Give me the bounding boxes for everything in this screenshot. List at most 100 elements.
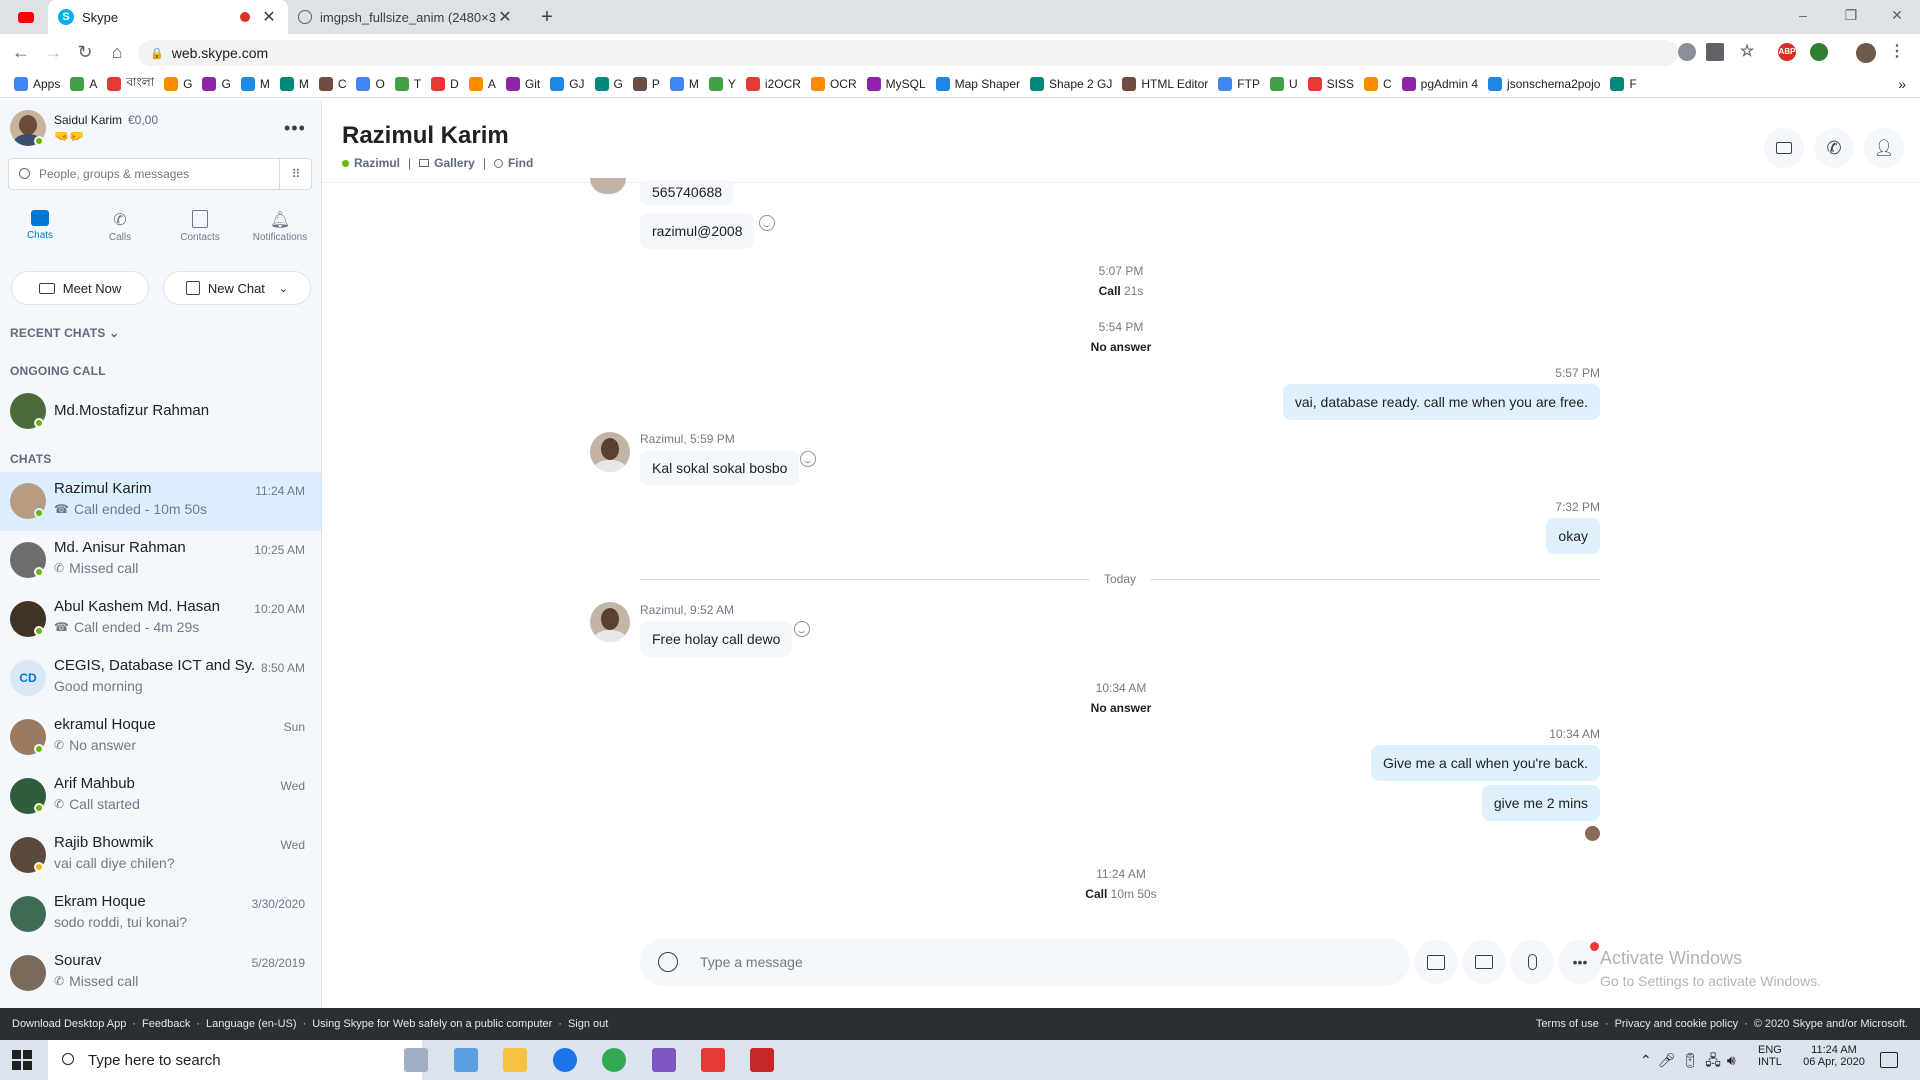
- bookmarks-overflow-icon[interactable]: »: [1898, 76, 1906, 92]
- bookmark-item[interactable]: jsonschema2pojo: [1488, 76, 1600, 91]
- gallery-link[interactable]: Gallery: [434, 156, 475, 170]
- camera-icon[interactable]: [1706, 43, 1724, 61]
- bookmark-item[interactable]: F: [1610, 76, 1637, 91]
- bookmark-item[interactable]: Apps: [14, 76, 60, 91]
- bookmark-item[interactable]: Shape 2 GJ: [1030, 76, 1112, 91]
- chat-list-item[interactable]: CD CEGIS, Database ICT and Sy... Good morn…: [0, 649, 321, 708]
- bookmark-item[interactable]: P: [632, 76, 660, 91]
- message-bubble[interactable]: Free holay call dewo: [640, 621, 793, 657]
- add-reaction-icon[interactable]: [759, 215, 775, 231]
- chat-list-item[interactable]: Sourav ✆ Missed call 5/28/2019: [0, 944, 321, 1003]
- system-tray-icons[interactable]: ⌃🎤︎🔋︎🖧︎🔊︎: [1640, 1050, 1742, 1074]
- bookmark-item[interactable]: T: [394, 76, 421, 91]
- file-explorer-icon[interactable]: [503, 1048, 527, 1072]
- bookmark-item[interactable]: G: [202, 76, 231, 91]
- search-input[interactable]: People, groups & messages: [8, 158, 280, 190]
- close-tab-icon[interactable]: ✕: [496, 7, 514, 27]
- bookmark-item[interactable]: MySQL: [866, 76, 926, 91]
- close-tab-icon[interactable]: ✕: [260, 7, 278, 27]
- bookmark-item[interactable]: G: [594, 76, 623, 91]
- bookmark-item[interactable]: G: [164, 76, 192, 91]
- add-reaction-icon[interactable]: [794, 621, 810, 637]
- dialpad-button[interactable]: ⠿: [280, 158, 312, 190]
- footer-link[interactable]: © 2020 Skype and/or Microsoft.: [1754, 1018, 1908, 1030]
- message-bubble[interactable]: okay: [1546, 518, 1600, 554]
- adblock-icon[interactable]: ABP: [1778, 43, 1796, 61]
- tab-chats[interactable]: Chats: [10, 210, 70, 241]
- taskbar-search-input[interactable]: Type here to search: [48, 1040, 422, 1080]
- meet-now-button[interactable]: Meet Now: [12, 272, 148, 304]
- message-bubble[interactable]: vai, database ready. call me when you ar…: [1282, 384, 1600, 420]
- bookmark-item[interactable]: OCR: [810, 76, 857, 91]
- back-icon[interactable]: ←: [10, 41, 32, 63]
- footer-link[interactable]: Sign out: [568, 1018, 608, 1030]
- bookmark-item[interactable]: O: [356, 76, 385, 91]
- bookmark-item[interactable]: A: [468, 76, 496, 91]
- find-link[interactable]: Find: [508, 156, 533, 170]
- bookmark-item[interactable]: M: [279, 76, 309, 91]
- bookmark-item[interactable]: FTP: [1218, 76, 1260, 91]
- message-input[interactable]: Type a message: [640, 938, 1410, 986]
- recent-chats-dropdown[interactable]: RECENT CHATS ⌄: [10, 326, 119, 340]
- chrome-icon[interactable]: [602, 1048, 626, 1072]
- minimize-icon[interactable]: –: [1780, 0, 1826, 30]
- conversation-title[interactable]: Razimul Karim: [342, 122, 509, 150]
- bookmark-item[interactable]: Y: [708, 76, 736, 91]
- footer-link[interactable]: Feedback: [142, 1018, 190, 1030]
- ongoing-call-item[interactable]: Md.Mostafizur Rahman: [0, 382, 321, 441]
- visual-studio-icon[interactable]: [652, 1048, 676, 1072]
- tab-calls[interactable]: ✆ Calls: [90, 210, 150, 243]
- video-call-button[interactable]: [1764, 128, 1804, 168]
- footer-link[interactable]: Language (en-US): [206, 1018, 297, 1030]
- bookmark-item[interactable]: M: [669, 76, 699, 91]
- action-center-icon[interactable]: [1880, 1052, 1898, 1068]
- message-bubble[interactable]: razimul@2008: [640, 213, 755, 249]
- new-tab-button[interactable]: +: [534, 5, 560, 29]
- location-blocked-icon[interactable]: [1678, 43, 1696, 61]
- new-chat-button[interactable]: New Chat ⌄: [164, 272, 310, 304]
- bookmark-star-icon[interactable]: ☆: [1738, 43, 1756, 61]
- clock[interactable]: 11:24 AM 06 Apr, 2020: [1794, 1044, 1874, 1068]
- bookmark-item[interactable]: C: [318, 76, 346, 91]
- bookmark-item[interactable]: GJ: [550, 76, 585, 91]
- menu-icon[interactable]: ⋮: [1888, 43, 1906, 61]
- reload-icon[interactable]: ↻: [74, 41, 96, 63]
- audio-call-button[interactable]: ✆: [1814, 128, 1854, 168]
- footer-link[interactable]: Privacy and cookie policy: [1615, 1018, 1739, 1030]
- record-audio-button[interactable]: [1510, 940, 1554, 984]
- emoji-icon[interactable]: [658, 952, 678, 972]
- chat-list-item[interactable]: Arif Mahbub ✆ Call started Wed: [0, 767, 321, 826]
- bookmark-item[interactable]: HTML Editor: [1122, 76, 1208, 91]
- share-media-button[interactable]: [1414, 940, 1458, 984]
- app-icon[interactable]: [454, 1048, 478, 1072]
- tab-notifications[interactable]: 🔔︎ Notifications: [250, 210, 310, 243]
- restore-icon[interactable]: ❐: [1828, 0, 1874, 30]
- bookmark-item[interactable]: বাংলা: [107, 74, 154, 94]
- footer-link[interactable]: Terms of use: [1536, 1018, 1599, 1030]
- home-icon[interactable]: ⌂: [106, 41, 128, 63]
- window-close-icon[interactable]: ✕: [1874, 0, 1920, 30]
- tab-skype[interactable]: S Skype ✕: [48, 0, 288, 34]
- footer-link[interactable]: Download Desktop App: [12, 1018, 126, 1030]
- message-bubble[interactable]: Give me a call when you're back.: [1371, 745, 1600, 781]
- bookmark-item[interactable]: U: [1269, 76, 1298, 91]
- windows-start-icon[interactable]: [12, 1050, 32, 1070]
- task-view-icon[interactable]: [404, 1048, 428, 1072]
- footer-link[interactable]: Using Skype for Web safely on a public c…: [312, 1018, 552, 1030]
- bookmark-item[interactable]: C: [1363, 76, 1392, 91]
- message-bubble[interactable]: Kal sokal sokal bosbo: [640, 450, 800, 486]
- youtube-pinned-tab[interactable]: [10, 0, 48, 34]
- chat-list-item[interactable]: ekramul Hoque ✆ No answer Sun: [0, 708, 321, 767]
- more-options-icon[interactable]: •••: [284, 118, 306, 139]
- bookmark-item[interactable]: Git: [505, 76, 540, 91]
- send-contact-button[interactable]: [1462, 940, 1506, 984]
- edge-icon[interactable]: [553, 1048, 577, 1072]
- chat-list-item[interactable]: Razimul Karim ☎ Call ended - 10m 50s 11:24 …: [0, 472, 321, 531]
- bookmark-item[interactable]: Map Shaper: [935, 76, 1020, 91]
- chat-list-item[interactable]: Ekram Hoque sodo roddi, tui konai? 3/30/20…: [0, 885, 321, 944]
- tab-image[interactable]: imgpsh_fullsize_anim (2480×3508) ✕: [288, 0, 524, 34]
- profile-avatar[interactable]: [1856, 43, 1876, 63]
- bookmark-item[interactable]: M: [240, 76, 270, 91]
- chat-list-item[interactable]: Md. Anisur Rahman ✆ Missed call 10:25 AM: [0, 531, 321, 590]
- bookmark-item[interactable]: D: [431, 76, 459, 91]
